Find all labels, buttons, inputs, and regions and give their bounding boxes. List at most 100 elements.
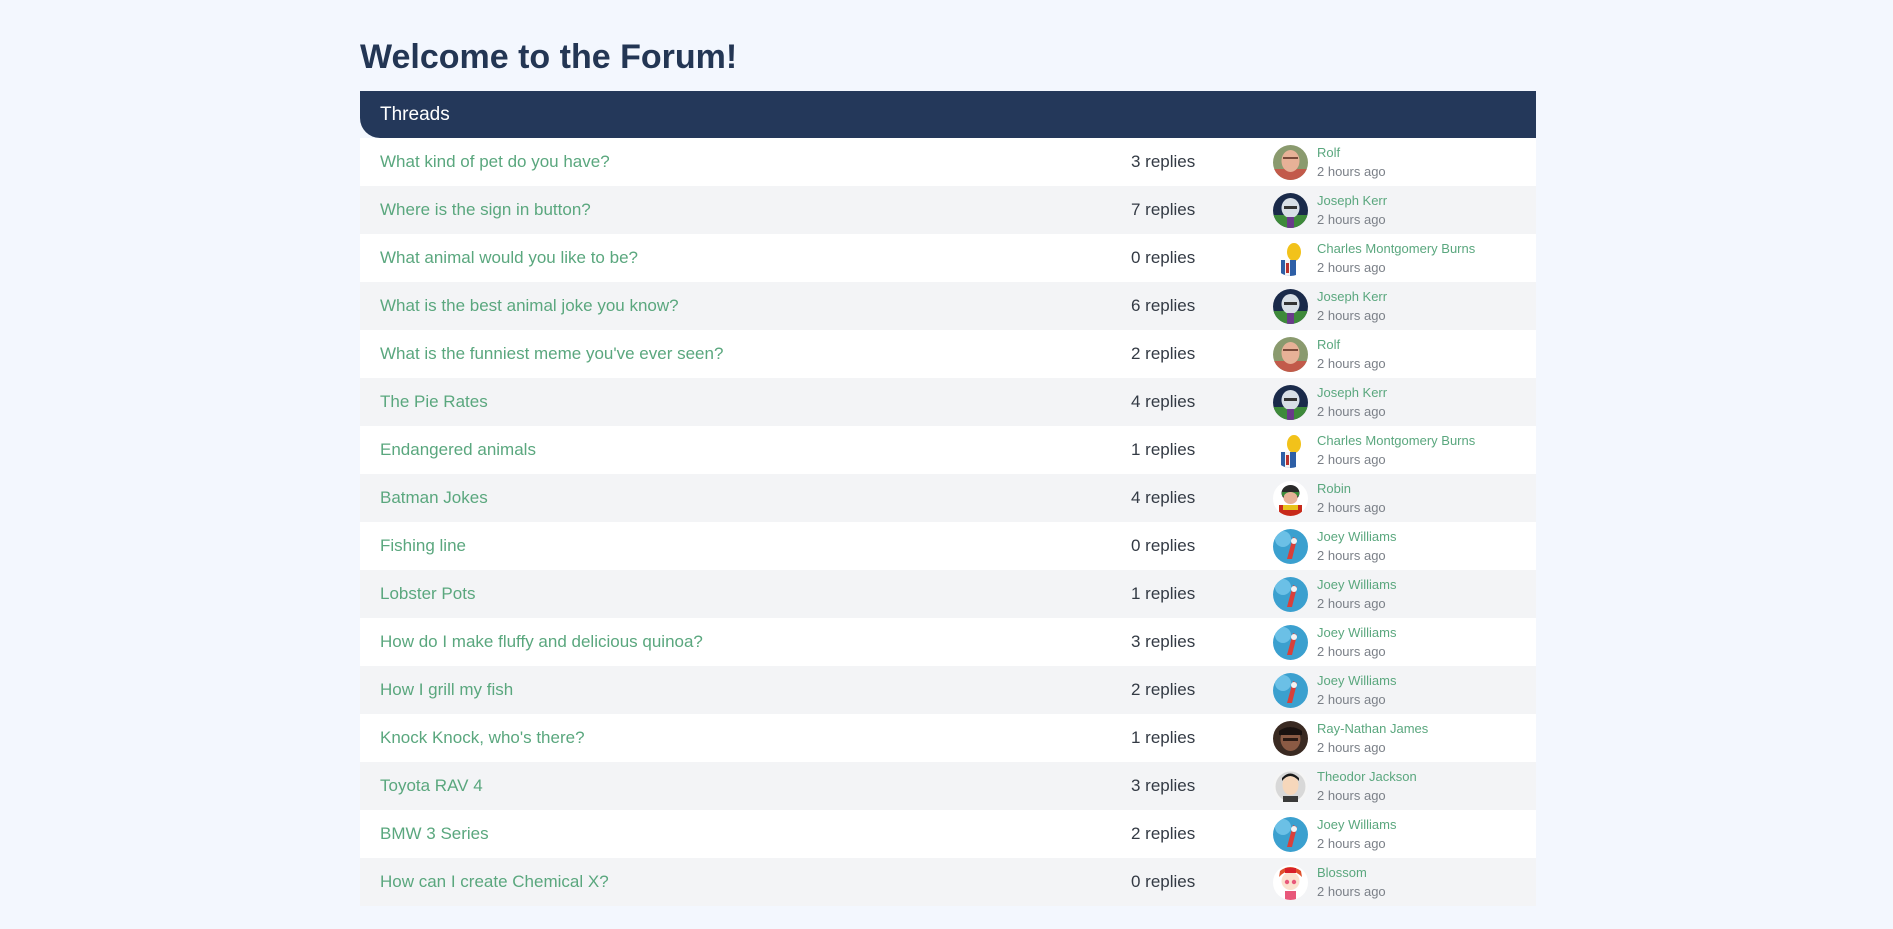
thread-title-link[interactable]: How can I create Chemical X? (380, 858, 609, 906)
reply-count: 3 replies (1131, 152, 1196, 171)
thread-row: Where is the sign in button? 7 replies J… (360, 186, 1536, 234)
post-time: 2 hours ago (1317, 788, 1386, 803)
thread-title-link[interactable]: What animal would you like to be? (380, 234, 638, 282)
reply-count: 4 replies (1131, 392, 1196, 411)
author-avatar-joseph[interactable] (1273, 385, 1308, 420)
thread-title-link[interactable]: What is the best animal joke you know? (380, 282, 679, 330)
threads-header: Threads (360, 91, 1536, 138)
thread-title-link[interactable]: The Pie Rates (380, 378, 488, 426)
thread-row: Batman Jokes 4 replies Robin 2 hours ago (360, 474, 1536, 522)
author-name-link[interactable]: Joey Williams (1317, 529, 1396, 544)
author-avatar-rolf[interactable] (1273, 145, 1308, 180)
author-avatar-joey[interactable] (1273, 577, 1308, 612)
thread-title-link[interactable]: What kind of pet do you have? (380, 138, 610, 186)
reply-count: 4 replies (1131, 488, 1196, 507)
author-avatar-theodor[interactable] (1273, 769, 1308, 804)
thread-row: How do I make fluffy and delicious quino… (360, 618, 1536, 666)
post-time: 2 hours ago (1317, 308, 1386, 323)
post-time: 2 hours ago (1317, 740, 1386, 755)
thread-title-link[interactable]: How I grill my fish (380, 666, 513, 714)
thread-row: The Pie Rates 4 replies Joseph Kerr 2 ho… (360, 378, 1536, 426)
thread-title-link[interactable]: Where is the sign in button? (380, 186, 591, 234)
thread-row: What is the funniest meme you've ever se… (360, 330, 1536, 378)
author-name-link[interactable]: Ray-Nathan James (1317, 721, 1428, 736)
post-time: 2 hours ago (1317, 548, 1386, 563)
author-name-link[interactable]: Joseph Kerr (1317, 193, 1387, 208)
author-avatar-robin[interactable] (1273, 481, 1308, 516)
thread-row: Knock Knock, who's there? 1 replies Ray-… (360, 714, 1536, 762)
thread-title-link[interactable]: Lobster Pots (380, 570, 475, 618)
thread-row: How can I create Chemical X? 0 replies B… (360, 858, 1536, 906)
reply-count: 1 replies (1131, 584, 1196, 603)
reply-count: 6 replies (1131, 296, 1196, 315)
thread-title-link[interactable]: Toyota RAV 4 (380, 762, 483, 810)
thread-title-link[interactable]: What is the funniest meme you've ever se… (380, 330, 723, 378)
forum-container: Welcome to the Forum! Threads What kind … (360, 0, 1536, 906)
author-avatar-joseph[interactable] (1273, 193, 1308, 228)
thread-row: Endangered animals 1 replies Charles Mon… (360, 426, 1536, 474)
author-avatar-joey[interactable] (1273, 625, 1308, 660)
reply-count: 2 replies (1131, 824, 1196, 843)
thread-row: How I grill my fish 2 replies Joey Willi… (360, 666, 1536, 714)
reply-count: 1 replies (1131, 440, 1196, 459)
post-time: 2 hours ago (1317, 836, 1386, 851)
thread-row: Fishing line 0 replies Joey Williams 2 h… (360, 522, 1536, 570)
thread-title-link[interactable]: Fishing line (380, 522, 466, 570)
reply-count: 0 replies (1131, 536, 1196, 555)
author-name-link[interactable]: Charles Montgomery Burns (1317, 241, 1475, 256)
post-time: 2 hours ago (1317, 692, 1386, 707)
post-time: 2 hours ago (1317, 164, 1386, 179)
post-time: 2 hours ago (1317, 212, 1386, 227)
author-name-link[interactable]: Joseph Kerr (1317, 289, 1387, 304)
author-avatar-rolf[interactable] (1273, 337, 1308, 372)
thread-row: Toyota RAV 4 3 replies Theodor Jackson 2… (360, 762, 1536, 810)
thread-row: BMW 3 Series 2 replies Joey Williams 2 h… (360, 810, 1536, 858)
post-time: 2 hours ago (1317, 884, 1386, 899)
reply-count: 3 replies (1131, 776, 1196, 795)
thread-row: What kind of pet do you have? 3 replies … (360, 138, 1536, 186)
thread-title-link[interactable]: BMW 3 Series (380, 810, 489, 858)
author-avatar-burns[interactable] (1273, 433, 1308, 468)
post-time: 2 hours ago (1317, 596, 1386, 611)
reply-count: 0 replies (1131, 248, 1196, 267)
author-avatar-ray[interactable] (1273, 721, 1308, 756)
author-name-link[interactable]: Charles Montgomery Burns (1317, 433, 1475, 448)
author-name-link[interactable]: Joey Williams (1317, 625, 1396, 640)
author-name-link[interactable]: Robin (1317, 481, 1351, 496)
reply-count: 2 replies (1131, 680, 1196, 699)
author-avatar-joey[interactable] (1273, 673, 1308, 708)
post-time: 2 hours ago (1317, 644, 1386, 659)
author-name-link[interactable]: Rolf (1317, 145, 1340, 160)
page-title: Welcome to the Forum! (360, 38, 738, 76)
post-time: 2 hours ago (1317, 452, 1386, 467)
author-avatar-blossom[interactable] (1273, 865, 1308, 900)
thread-title-link[interactable]: Batman Jokes (380, 474, 488, 522)
post-time: 2 hours ago (1317, 404, 1386, 419)
author-name-link[interactable]: Joseph Kerr (1317, 385, 1387, 400)
thread-list: What kind of pet do you have? 3 replies … (360, 138, 1536, 906)
author-avatar-burns[interactable] (1273, 241, 1308, 276)
author-name-link[interactable]: Joey Williams (1317, 577, 1396, 592)
reply-count: 1 replies (1131, 728, 1196, 747)
thread-title-link[interactable]: Knock Knock, who's there? (380, 714, 585, 762)
thread-row: What animal would you like to be? 0 repl… (360, 234, 1536, 282)
author-avatar-joseph[interactable] (1273, 289, 1308, 324)
author-name-link[interactable]: Blossom (1317, 865, 1367, 880)
thread-title-link[interactable]: Endangered animals (380, 426, 536, 474)
reply-count: 3 replies (1131, 632, 1196, 651)
post-time: 2 hours ago (1317, 356, 1386, 371)
reply-count: 2 replies (1131, 344, 1196, 363)
author-avatar-joey[interactable] (1273, 817, 1308, 852)
thread-row: What is the best animal joke you know? 6… (360, 282, 1536, 330)
author-name-link[interactable]: Rolf (1317, 337, 1340, 352)
author-name-link[interactable]: Theodor Jackson (1317, 769, 1417, 784)
author-name-link[interactable]: Joey Williams (1317, 817, 1396, 832)
author-name-link[interactable]: Joey Williams (1317, 673, 1396, 688)
author-avatar-joey[interactable] (1273, 529, 1308, 564)
reply-count: 0 replies (1131, 872, 1196, 891)
reply-count: 7 replies (1131, 200, 1196, 219)
thread-title-link[interactable]: How do I make fluffy and delicious quino… (380, 618, 703, 666)
post-time: 2 hours ago (1317, 500, 1386, 515)
post-time: 2 hours ago (1317, 260, 1386, 275)
thread-row: Lobster Pots 1 replies Joey Williams 2 h… (360, 570, 1536, 618)
